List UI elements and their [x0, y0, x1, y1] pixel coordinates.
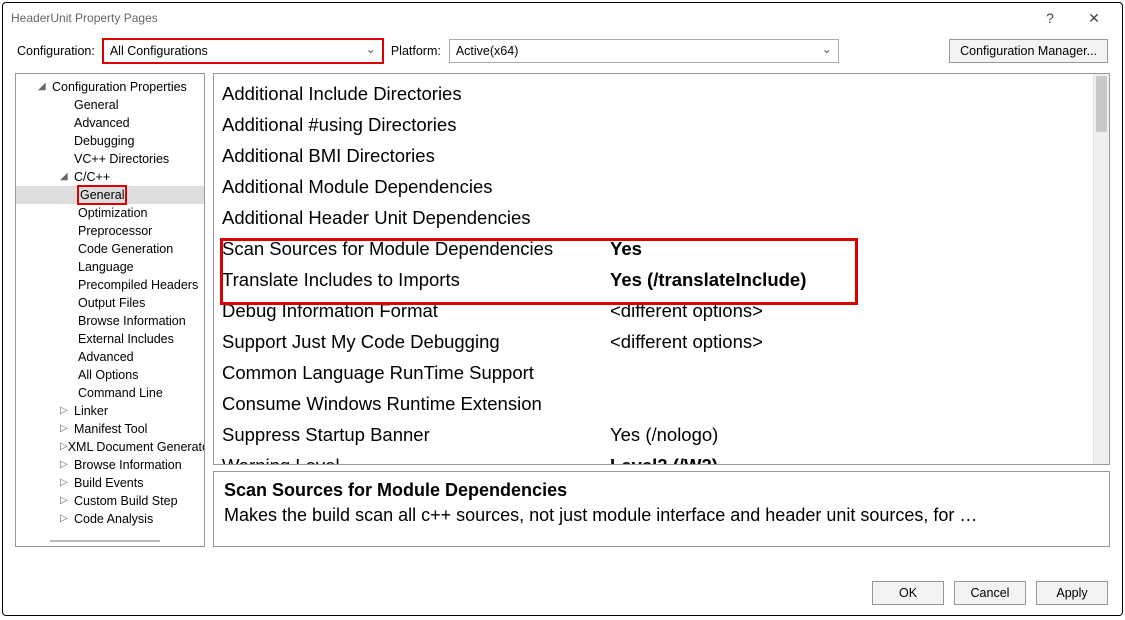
configuration-value: All Configurations: [110, 44, 208, 58]
tree-item-manifest[interactable]: ▷Manifest Tool: [16, 420, 204, 438]
main-area: ◢Configuration Properties General Advanc…: [3, 73, 1122, 547]
property-name: Suppress Startup Banner: [222, 419, 610, 450]
property-row[interactable]: Warning LevelLevel3 (/W3): [222, 450, 1089, 465]
tree-item-cpp-language[interactable]: Language: [16, 258, 204, 276]
apply-button[interactable]: Apply: [1036, 581, 1108, 605]
configuration-manager-button[interactable]: Configuration Manager...: [949, 39, 1108, 63]
property-name: Additional #using Directories: [222, 109, 610, 140]
property-row[interactable]: Common Language RunTime Support: [222, 357, 1089, 388]
description-panel: Scan Sources for Module Dependencies Mak…: [213, 471, 1110, 547]
property-name: Translate Includes to Imports: [222, 264, 610, 295]
property-row[interactable]: Additional Include Directories: [222, 78, 1089, 109]
property-value[interactable]: Yes (/nologo): [610, 419, 1089, 450]
property-row[interactable]: Suppress Startup BannerYes (/nologo): [222, 419, 1089, 450]
scrollbar[interactable]: [1093, 74, 1109, 464]
configuration-label: Configuration:: [17, 44, 95, 58]
property-name: Common Language RunTime Support: [222, 357, 610, 388]
scrollbar-thumb[interactable]: [1096, 76, 1107, 132]
property-row[interactable]: Additional Module Dependencies: [222, 171, 1089, 202]
property-value[interactable]: [610, 388, 1089, 419]
tree-item-general[interactable]: General: [16, 96, 204, 114]
content-pane: Additional Include DirectoriesAdditional…: [213, 73, 1110, 547]
property-name: Additional Header Unit Dependencies: [222, 202, 610, 233]
titlebar: HeaderUnit Property Pages ? ✕: [3, 3, 1122, 33]
property-name: Scan Sources for Module Dependencies: [222, 233, 610, 264]
property-value[interactable]: Yes (/translateInclude): [610, 264, 1089, 295]
tree-item-code[interactable]: ▷Code Analysis: [16, 510, 204, 528]
tree-item-cpp-preproc[interactable]: Preprocessor: [16, 222, 204, 240]
footer-buttons: OK Cancel Apply: [872, 581, 1108, 605]
property-name: Additional BMI Directories: [222, 140, 610, 171]
sidebar-tree: ◢Configuration Properties General Advanc…: [15, 73, 205, 547]
close-icon[interactable]: ✕: [1074, 4, 1114, 32]
property-value[interactable]: [610, 140, 1089, 171]
property-row[interactable]: Scan Sources for Module DependenciesYes: [222, 233, 1089, 264]
ok-button[interactable]: OK: [872, 581, 944, 605]
property-name: Warning Level: [222, 450, 610, 465]
property-value[interactable]: [610, 78, 1089, 109]
tree-item-cpp-optimization[interactable]: Optimization: [16, 204, 204, 222]
tree-item-cpp-pch[interactable]: Precompiled Headers: [16, 276, 204, 294]
property-row[interactable]: Consume Windows Runtime Extension: [222, 388, 1089, 419]
tree-item-cpp-output[interactable]: Output Files: [16, 294, 204, 312]
dialog-window: HeaderUnit Property Pages ? ✕ Configurat…: [2, 2, 1123, 616]
property-value[interactable]: <different options>: [610, 326, 1089, 357]
property-row[interactable]: Additional Header Unit Dependencies: [222, 202, 1089, 233]
tree-item-advanced[interactable]: Advanced: [16, 114, 204, 132]
configuration-combo[interactable]: All Configurations: [103, 39, 383, 63]
tree-item-cpp-advanced[interactable]: Advanced: [16, 348, 204, 366]
property-value[interactable]: [610, 202, 1089, 233]
property-value[interactable]: [610, 109, 1089, 140]
help-icon[interactable]: ?: [1030, 4, 1070, 32]
property-value[interactable]: <different options>: [610, 295, 1089, 326]
property-name: Additional Include Directories: [222, 78, 610, 109]
property-name: Support Just My Code Debugging: [222, 326, 610, 357]
tree-item-cpp-cmdline[interactable]: Command Line: [16, 384, 204, 402]
tree-item-build[interactable]: ▷Build Events: [16, 474, 204, 492]
property-value[interactable]: Yes: [610, 233, 1089, 264]
tree-item-cpp[interactable]: ◢C/C++: [16, 168, 204, 186]
tree-item-xml[interactable]: ▷XML Document Generator: [16, 438, 204, 456]
tree-item-linker[interactable]: ▷Linker: [16, 402, 204, 420]
property-name: Additional Module Dependencies: [222, 171, 610, 202]
property-value[interactable]: [610, 357, 1089, 388]
property-row[interactable]: Support Just My Code Debugging<different…: [222, 326, 1089, 357]
tree-item-browse[interactable]: ▷Browse Information: [16, 456, 204, 474]
description-text: Makes the build scan all c++ sources, no…: [224, 502, 1099, 528]
tree-item-cpp-browseinfo[interactable]: Browse Information: [16, 312, 204, 330]
platform-combo[interactable]: Active(x64): [449, 39, 839, 63]
property-name: Debug Information Format: [222, 295, 610, 326]
property-row[interactable]: Debug Information Format<different optio…: [222, 295, 1089, 326]
platform-value: Active(x64): [456, 44, 519, 58]
property-row[interactable]: Translate Includes to ImportsYes (/trans…: [222, 264, 1089, 295]
tree-item-cpp-allopt[interactable]: All Options: [16, 366, 204, 384]
tree-item-debugging[interactable]: Debugging: [16, 132, 204, 150]
window-title: HeaderUnit Property Pages: [11, 11, 1030, 25]
tree-item-cpp-extinc[interactable]: External Includes: [16, 330, 204, 348]
platform-label: Platform:: [391, 44, 441, 58]
property-grid: Additional Include DirectoriesAdditional…: [213, 73, 1110, 465]
tree-item-custom[interactable]: ▷Custom Build Step: [16, 492, 204, 510]
property-name: Consume Windows Runtime Extension: [222, 388, 610, 419]
property-value[interactable]: Level3 (/W3): [610, 450, 1089, 465]
description-title: Scan Sources for Module Dependencies: [224, 478, 1099, 502]
sidebar-scroll-indicator: [50, 540, 160, 542]
tree-item-cpp-general[interactable]: General: [16, 186, 204, 204]
tree-item-vcpp[interactable]: VC++ Directories: [16, 150, 204, 168]
property-row[interactable]: Additional BMI Directories: [222, 140, 1089, 171]
property-row[interactable]: Additional #using Directories: [222, 109, 1089, 140]
property-value[interactable]: [610, 171, 1089, 202]
toolbar: Configuration: All Configurations Platfo…: [3, 33, 1122, 73]
cancel-button[interactable]: Cancel: [954, 581, 1026, 605]
tree-root[interactable]: ◢Configuration Properties: [16, 78, 204, 96]
tree-item-cpp-codegen[interactable]: Code Generation: [16, 240, 204, 258]
